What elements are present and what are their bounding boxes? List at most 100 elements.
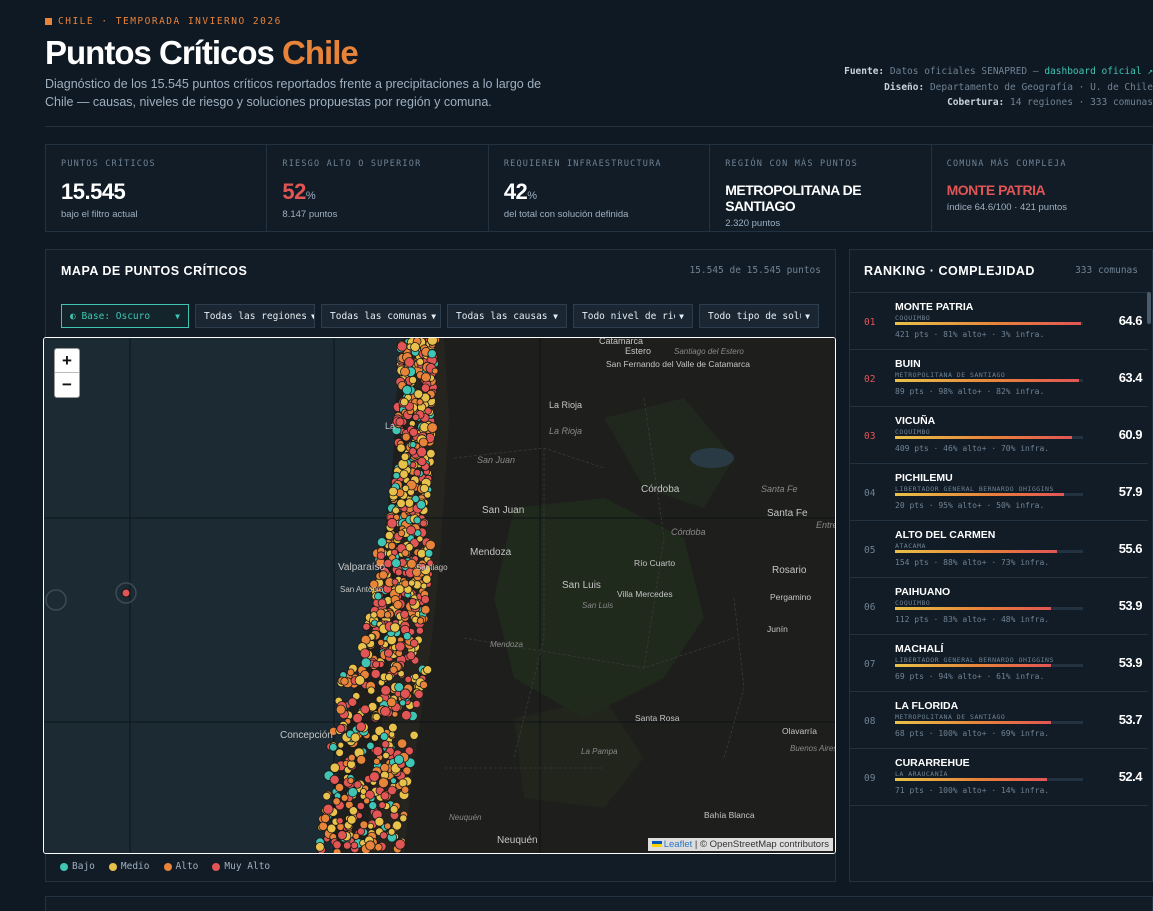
critical-point[interactable] <box>395 641 406 652</box>
critical-point[interactable] <box>380 791 390 801</box>
critical-point[interactable] <box>392 471 401 480</box>
critical-point[interactable] <box>401 432 411 442</box>
island-point[interactable] <box>121 588 131 598</box>
critical-point[interactable] <box>337 830 348 841</box>
critical-point[interactable] <box>386 697 397 708</box>
critical-point[interactable] <box>340 793 349 802</box>
critical-point[interactable] <box>379 831 388 840</box>
critical-point[interactable] <box>416 500 427 510</box>
critical-point[interactable] <box>343 841 352 850</box>
map-canvas[interactable]: Catamarca Estero Santiago del Estero San… <box>44 338 836 854</box>
critical-point[interactable] <box>374 816 385 827</box>
critical-point[interactable] <box>400 609 410 619</box>
critical-point[interactable] <box>420 594 430 604</box>
critical-point[interactable] <box>396 738 408 749</box>
critical-point[interactable] <box>410 342 421 352</box>
critical-point[interactable] <box>399 469 409 479</box>
critical-point[interactable] <box>424 549 434 558</box>
risk-filter-select[interactable]: Todo nivel de riesgo▼ <box>573 304 693 328</box>
critical-point[interactable] <box>377 598 387 608</box>
critical-point[interactable] <box>419 680 428 690</box>
critical-point[interactable] <box>431 367 439 375</box>
critical-point[interactable] <box>388 722 398 733</box>
critical-point[interactable] <box>366 741 375 751</box>
critical-point[interactable] <box>369 771 380 782</box>
critical-point[interactable] <box>332 840 342 850</box>
dashboard-link[interactable]: dashboard oficial ↗ <box>1044 66 1153 77</box>
critical-point[interactable] <box>423 665 433 675</box>
critical-point[interactable] <box>354 675 366 686</box>
critical-point[interactable] <box>417 456 427 467</box>
critical-point[interactable] <box>335 748 344 758</box>
ranking-row[interactable]: 05 ALTO DEL CARMEN ATACAMA 154 pts · 88% al… <box>850 521 1148 578</box>
ranking-row[interactable]: 09 CURARREHUE LA ARAUCANÍA 71 pts · 100% al… <box>850 749 1148 806</box>
critical-point[interactable] <box>399 397 409 407</box>
critical-point[interactable] <box>346 814 357 825</box>
critical-point[interactable] <box>382 751 390 760</box>
critical-point[interactable] <box>409 427 419 437</box>
critical-point[interactable] <box>409 441 417 449</box>
critical-point[interactable] <box>401 785 410 794</box>
critical-point[interactable] <box>329 774 340 785</box>
critical-point[interactable] <box>332 797 341 806</box>
critical-point[interactable] <box>427 422 438 433</box>
critical-point[interactable] <box>418 437 429 448</box>
critical-point[interactable] <box>379 732 389 741</box>
critical-point[interactable] <box>315 842 325 852</box>
critical-point[interactable] <box>352 712 363 724</box>
critical-point[interactable] <box>360 704 370 715</box>
critical-point[interactable] <box>406 651 416 661</box>
critical-point[interactable] <box>416 398 424 406</box>
critical-point[interactable] <box>416 357 425 366</box>
critical-point[interactable] <box>320 813 331 824</box>
critical-point[interactable] <box>389 622 401 633</box>
critical-point[interactable] <box>408 579 416 587</box>
critical-point[interactable] <box>420 383 431 393</box>
critical-point[interactable] <box>389 665 398 674</box>
critical-point[interactable] <box>400 452 410 462</box>
critical-point[interactable] <box>367 686 376 695</box>
critical-point[interactable] <box>363 797 371 805</box>
critical-point[interactable] <box>394 838 406 850</box>
critical-point[interactable] <box>409 730 419 740</box>
critical-point[interactable] <box>415 626 424 635</box>
critical-point[interactable] <box>404 498 415 508</box>
critical-point[interactable] <box>387 785 397 796</box>
critical-point[interactable] <box>396 341 408 352</box>
critical-point[interactable] <box>372 745 383 757</box>
critical-point[interactable] <box>391 506 400 515</box>
critical-point[interactable] <box>347 777 355 785</box>
critical-point[interactable] <box>412 699 421 709</box>
critical-point[interactable] <box>359 648 371 659</box>
critical-point[interactable] <box>355 812 363 820</box>
critical-point[interactable] <box>384 673 394 682</box>
cause-filter-select[interactable]: Todas las causas ▼ <box>447 304 567 328</box>
critical-point[interactable] <box>329 762 340 773</box>
critical-point[interactable] <box>384 530 394 540</box>
ranking-row[interactable]: 03 VICUÑA COQUIMBO 409 pts · 46% alto+ · 70… <box>850 407 1148 464</box>
critical-point[interactable] <box>390 777 397 785</box>
critical-point[interactable] <box>396 443 406 453</box>
critical-point[interactable] <box>380 706 391 717</box>
critical-point[interactable] <box>375 695 384 704</box>
commune-filter-select[interactable]: Todas las comunas ▼ <box>321 304 441 328</box>
critical-point[interactable] <box>383 648 393 658</box>
critical-point[interactable] <box>365 840 376 851</box>
critical-point[interactable] <box>403 632 412 641</box>
critical-point[interactable] <box>420 582 428 590</box>
critical-point[interactable] <box>318 821 328 831</box>
ranking-row[interactable]: 04 PICHILEMU LIBERTADOR GENERAL BERNARDO O… <box>850 464 1148 521</box>
critical-point[interactable] <box>424 407 432 415</box>
critical-point[interactable] <box>401 384 413 396</box>
critical-point[interactable] <box>360 657 372 669</box>
critical-point[interactable] <box>340 677 349 686</box>
critical-point[interactable] <box>374 843 383 852</box>
critical-point[interactable] <box>328 742 338 752</box>
critical-point[interactable] <box>422 574 432 584</box>
zoom-out-button[interactable]: − <box>55 373 79 397</box>
critical-point[interactable] <box>356 801 365 811</box>
critical-point[interactable] <box>322 803 334 815</box>
base-layer-select[interactable]: ◐ Base: Oscuro ▼ <box>61 304 189 328</box>
ranking-row[interactable]: 02 BUIN METROPOLITANA DE SANTIAGO 89 pts · … <box>850 350 1148 407</box>
critical-point[interactable] <box>348 806 358 816</box>
